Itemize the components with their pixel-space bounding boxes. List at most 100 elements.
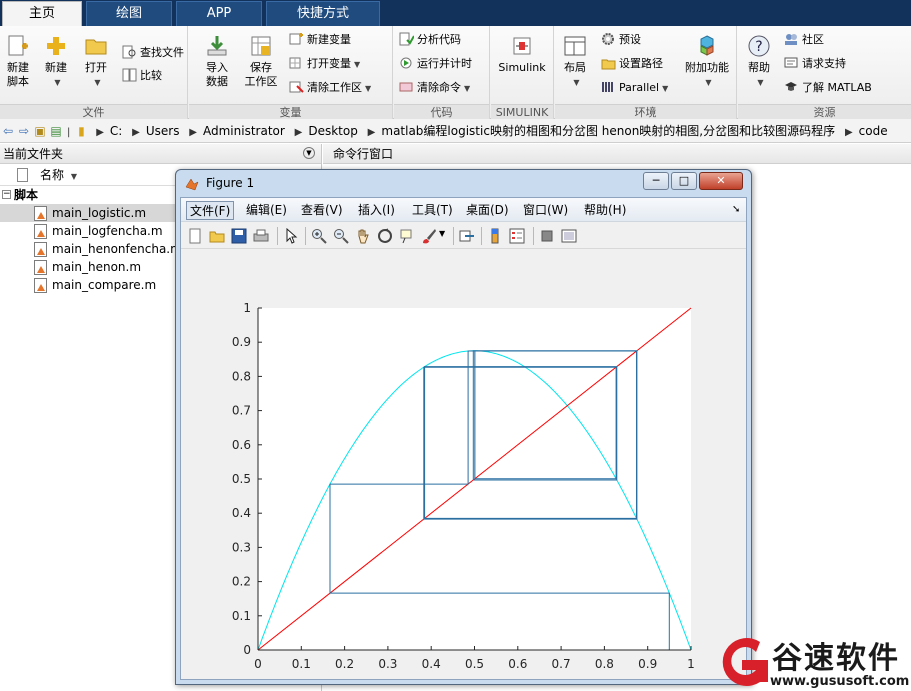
- x-tick-label: 0.8: [595, 657, 614, 671]
- folder-icon: ▮: [78, 124, 85, 138]
- breadcrumb-project-folder[interactable]: matlab编程logistic映射的相图和分岔图 henon映射的相图,分岔图…: [381, 124, 835, 138]
- menu-window[interactable]: 窗口(W): [520, 201, 571, 220]
- parallel-label: Parallel: [619, 81, 660, 94]
- menu-insert[interactable]: 插入(I): [355, 201, 398, 220]
- back-arrow-icon[interactable]: ⇦: [0, 119, 16, 142]
- figure-title-bar[interactable]: Figure 1 ─ □ ✕: [176, 170, 751, 197]
- link-plot-icon[interactable]: [459, 228, 475, 244]
- new-script-button[interactable]: 新建 脚本: [2, 34, 34, 89]
- menu-edit[interactable]: 编辑(E): [243, 201, 290, 220]
- learn-matlab-button[interactable]: 了解 MATLAB: [784, 78, 872, 98]
- open-variable-label: 打开变量: [307, 57, 351, 70]
- run-and-time-button[interactable]: 运行并计时: [399, 54, 472, 74]
- request-support-button[interactable]: 请求支持: [784, 54, 846, 74]
- save-workspace-icon: [251, 36, 271, 56]
- save-workspace-button[interactable]: 保存 工作区: [241, 34, 281, 89]
- environment-group-label: 环境: [555, 104, 736, 119]
- find-files-icon: [122, 45, 136, 59]
- menu-file[interactable]: 文件(F): [186, 201, 235, 220]
- pan-hand-icon[interactable]: [355, 228, 371, 244]
- breadcrumb-administrator[interactable]: Administrator: [203, 124, 285, 138]
- cobweb-plot[interactable]: 0 0.1 0.2 0.3 0.4 0.5 0.6 0.7 0.8 0.9 1 0 0.1 0.2 0.3 0…: [181, 250, 746, 679]
- x-tick-label: 1: [687, 657, 695, 671]
- chevron-down-icon[interactable]: ▼: [439, 229, 445, 238]
- menu-view[interactable]: 查看(V): [298, 201, 346, 220]
- close-button[interactable]: ✕: [699, 172, 743, 190]
- legend-icon[interactable]: [509, 228, 525, 244]
- zoom-out-icon[interactable]: [333, 228, 349, 244]
- pointer-icon[interactable]: [283, 228, 299, 244]
- tab-shortcuts[interactable]: 快捷方式: [266, 1, 380, 26]
- help-button[interactable]: ? 帮助 ▼: [742, 34, 776, 90]
- minimize-button[interactable]: ─: [643, 172, 669, 190]
- browse-folder-icon[interactable]: ▤: [48, 119, 64, 142]
- parallel-button[interactable]: Parallel ▼: [601, 78, 668, 98]
- y-tick-label: 0.1: [232, 609, 251, 623]
- preferences-button[interactable]: 预设: [601, 30, 641, 50]
- variable-group-label: 变量: [189, 104, 392, 119]
- separator: |: [67, 127, 71, 138]
- zoom-in-icon[interactable]: [311, 228, 327, 244]
- figure-window[interactable]: Figure 1 ─ □ ✕ 文件(F) 编辑(E) 查看(V) 插入(I) 工…: [175, 169, 752, 685]
- chevron-right-icon: ▶: [189, 127, 197, 138]
- open-file-icon[interactable]: [209, 228, 225, 244]
- breadcrumb-desktop[interactable]: Desktop: [308, 124, 358, 138]
- m-file-icon: [34, 278, 47, 293]
- clear-commands-button[interactable]: 清除命令 ▼: [399, 78, 470, 98]
- analyze-code-button[interactable]: 分析代码: [399, 30, 461, 50]
- community-icon: [785, 34, 797, 45]
- brush-icon[interactable]: [421, 228, 437, 244]
- gear-icon: [602, 33, 614, 45]
- set-path-button[interactable]: 设置路径: [601, 54, 663, 74]
- import-data-button[interactable]: 导入 数据: [199, 34, 235, 89]
- new-button[interactable]: 新建 ▼: [40, 34, 72, 90]
- up-folder-icon[interactable]: ▣: [32, 119, 48, 142]
- resources-group: ? 帮助 ▼ 社区 请求支持 了解 MATLAB 资源: [738, 26, 911, 119]
- new-variable-button[interactable]: 新建变量: [289, 30, 351, 50]
- tab-home[interactable]: 主页: [2, 1, 82, 26]
- collapse-icon[interactable]: −: [2, 190, 11, 199]
- community-button[interactable]: 社区: [784, 30, 824, 50]
- open-variable-button[interactable]: 打开变量 ▼: [289, 54, 360, 74]
- forward-arrow-icon[interactable]: ⇨: [16, 119, 32, 142]
- run-and-time-label: 运行并计时: [417, 57, 472, 70]
- panel-menu-icon[interactable]: ▼: [303, 147, 315, 159]
- y-tick-label: 1: [243, 301, 251, 315]
- figure-menu-bar: 文件(F) 编辑(E) 查看(V) 插入(I) 工具(T) 桌面(D) 窗口(W…: [181, 198, 746, 222]
- breadcrumb-users[interactable]: Users: [146, 124, 180, 138]
- import-data-label: 导入 数据: [206, 61, 228, 88]
- layout-button[interactable]: 布局 ▼: [559, 34, 591, 90]
- hide-plot-tools-icon[interactable]: [539, 228, 555, 244]
- simulink-group-label: SIMULINK: [491, 104, 553, 119]
- learn-matlab-label: 了解 MATLAB: [802, 81, 872, 94]
- simulink-button[interactable]: Simulink: [497, 34, 547, 75]
- tab-apps[interactable]: APP: [176, 1, 262, 26]
- find-files-button[interactable]: 查找文件: [122, 43, 184, 63]
- add-ons-button[interactable]: 附加功能 ▼: [681, 34, 733, 90]
- preferences-label: 预设: [619, 33, 641, 46]
- clear-workspace-button[interactable]: 清除工作区 ▼: [289, 78, 371, 98]
- colorbar-icon[interactable]: [487, 228, 503, 244]
- new-figure-icon[interactable]: [187, 228, 203, 244]
- menu-tools[interactable]: 工具(T): [409, 201, 456, 220]
- dock-arrow-icon[interactable]: ➘: [729, 201, 743, 220]
- breadcrumb-code[interactable]: code: [859, 124, 888, 138]
- menu-help[interactable]: 帮助(H): [581, 201, 629, 220]
- open-variable-icon: [289, 57, 301, 69]
- graduation-cap-icon: [785, 82, 797, 91]
- document-icon: [17, 168, 28, 182]
- save-icon[interactable]: [231, 228, 247, 244]
- set-path-label: 设置路径: [619, 57, 663, 70]
- simulink-label: Simulink: [498, 61, 546, 74]
- show-plot-tools-icon[interactable]: [561, 228, 577, 244]
- tab-plots[interactable]: 绘图: [86, 1, 172, 26]
- data-cursor-icon[interactable]: [399, 228, 415, 244]
- rotate-3d-icon[interactable]: [377, 228, 393, 244]
- open-button[interactable]: 打开 ▼: [80, 34, 112, 90]
- maximize-button[interactable]: □: [671, 172, 697, 190]
- menu-desktop[interactable]: 桌面(D): [463, 201, 512, 220]
- clear-commands-label: 清除命令: [417, 81, 461, 94]
- print-icon[interactable]: [253, 228, 269, 244]
- compare-button[interactable]: 比较: [122, 66, 162, 86]
- breadcrumb-c[interactable]: C:: [110, 124, 122, 138]
